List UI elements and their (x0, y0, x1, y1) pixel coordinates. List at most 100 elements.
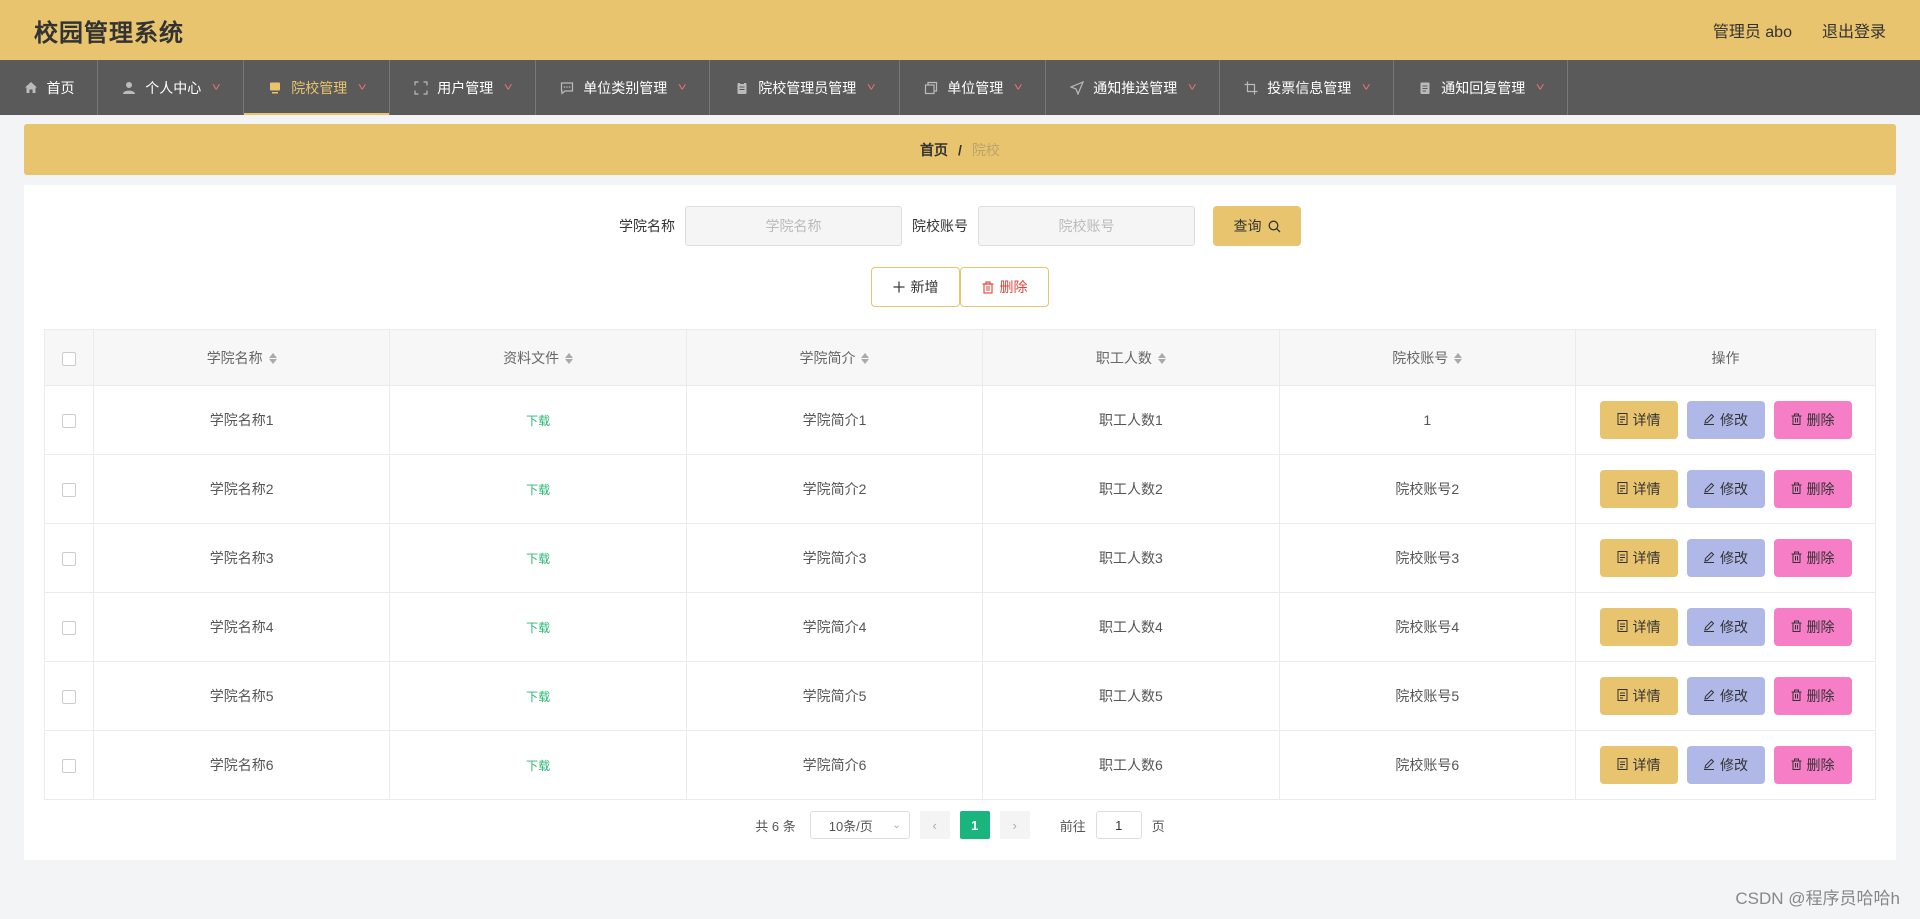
delete-label: 删除 (1806, 619, 1835, 635)
chevron-down-icon: ⌄ (892, 819, 901, 831)
edit-icon (1703, 481, 1715, 497)
sort-icon[interactable] (268, 353, 277, 365)
edit-button[interactable]: 修改 (1686, 677, 1765, 715)
edit-button[interactable]: 修改 (1686, 746, 1765, 784)
nav-item-7[interactable]: 通知推送管理 ˅ (1046, 60, 1220, 115)
header-label: 学院简介 (799, 349, 856, 366)
edit-label: 修改 (1720, 550, 1748, 566)
download-link[interactable]: 下载 (526, 483, 550, 497)
nav-item-0[interactable]: 首页 (0, 60, 98, 115)
search-icon (1268, 220, 1280, 232)
download-link[interactable]: 下载 (526, 414, 550, 428)
next-page-button[interactable]: › (999, 811, 1030, 839)
cell-file: 下载 (389, 661, 687, 731)
nav-item-label: 个人中心 (145, 79, 202, 96)
header-operations: 操作 (1575, 329, 1876, 386)
header-label: 学院名称 (206, 349, 263, 366)
nav-item-3[interactable]: 用户管理 ˅ (390, 60, 536, 115)
delete-label: 删除 (1806, 757, 1835, 773)
row-checkbox[interactable] (62, 621, 76, 636)
header-staff-count[interactable]: 职工人数 (982, 329, 1280, 386)
trash-icon (1791, 550, 1802, 566)
page-size-select[interactable]: 10条/页 ⌄ (809, 811, 910, 839)
download-link[interactable]: 下载 (526, 759, 550, 773)
page-number-current[interactable]: 1 (959, 811, 990, 839)
download-link[interactable]: 下载 (526, 621, 550, 635)
delete-button[interactable]: 删除 (1773, 401, 1852, 439)
download-link[interactable]: 下载 (526, 552, 550, 566)
row-checkbox[interactable] (62, 483, 76, 498)
chevron-down-icon: ˅ (503, 81, 514, 94)
cell-operations: 详情 修改 删除 (1575, 730, 1876, 800)
send-icon (1069, 80, 1085, 96)
download-link[interactable]: 下载 (526, 690, 550, 704)
batch-delete-button[interactable]: 删除 (960, 267, 1049, 307)
nav-item-9[interactable]: 通知回复管理 ˅ (1394, 60, 1568, 115)
breadcrumb-separator: / (958, 141, 962, 158)
crop-icon (1243, 80, 1259, 96)
admin-username[interactable]: 管理员 abo (1713, 18, 1792, 42)
delete-button[interactable]: 删除 (1773, 608, 1852, 646)
goto-page-input[interactable] (1095, 811, 1142, 839)
delete-button[interactable]: 删除 (1773, 677, 1852, 715)
select-all-checkbox[interactable] (62, 351, 76, 366)
header-account[interactable]: 院校账号 (1278, 329, 1577, 386)
cell-intro: 学院简介4 (685, 592, 984, 662)
chevron-down-icon: ˅ (357, 81, 368, 94)
detail-button[interactable]: 详情 (1599, 746, 1678, 784)
sort-icon[interactable] (1454, 353, 1463, 365)
detail-button[interactable]: 详情 (1599, 470, 1678, 508)
edit-button[interactable]: 修改 (1686, 470, 1765, 508)
chat-icon (559, 80, 575, 96)
breadcrumb-current: 院校 (971, 141, 1000, 158)
edit-button[interactable]: 修改 (1686, 401, 1765, 439)
cell-college-name: 学院名称3 (92, 523, 391, 593)
edit-button[interactable]: 修改 (1686, 539, 1765, 577)
logout-link[interactable]: 退出登录 (1822, 18, 1886, 42)
nav-item-8[interactable]: 投票信息管理 ˅ (1220, 60, 1394, 115)
sort-icon[interactable] (861, 353, 870, 365)
header-intro[interactable]: 学院简介 (685, 329, 984, 386)
header-college-name[interactable]: 学院名称 (92, 329, 391, 386)
nav-item-5[interactable]: 院校管理员管理 ˅ (710, 60, 900, 115)
search-bar: 学院名称 院校账号 查询 (24, 205, 1896, 247)
row-checkbox[interactable] (62, 759, 76, 774)
row-checkbox[interactable] (62, 414, 76, 429)
detail-button[interactable]: 详情 (1599, 608, 1678, 646)
nav-item-4[interactable]: 单位类别管理 ˅ (536, 60, 710, 115)
chevron-down-icon: ˅ (211, 81, 222, 94)
detail-button[interactable]: 详情 (1599, 539, 1678, 577)
row-checkbox[interactable] (62, 690, 76, 705)
batch-delete-label: 删除 (999, 279, 1028, 295)
nav-item-6[interactable]: 单位管理 ˅ (900, 60, 1046, 115)
college-name-input[interactable] (685, 206, 902, 246)
detail-button[interactable]: 详情 (1599, 401, 1678, 439)
delete-button[interactable]: 删除 (1773, 539, 1852, 577)
prev-page-button[interactable]: ‹ (919, 811, 950, 839)
detail-button[interactable]: 详情 (1599, 677, 1678, 715)
delete-button[interactable]: 删除 (1773, 746, 1852, 784)
edit-button[interactable]: 修改 (1686, 608, 1765, 646)
cell-intro: 学院简介6 (685, 730, 984, 800)
sort-icon[interactable] (1157, 353, 1166, 365)
cell-operations: 详情 修改 删除 (1575, 661, 1876, 731)
detail-label: 详情 (1632, 481, 1661, 497)
cell-staff-count: 职工人数4 (982, 592, 1280, 662)
total-count: 共 6 条 (755, 818, 796, 834)
delete-label: 删除 (1806, 688, 1835, 704)
sort-icon[interactable] (565, 353, 574, 365)
breadcrumb-home[interactable]: 首页 (920, 140, 948, 160)
add-button[interactable]: 新增 (871, 267, 960, 307)
nav-item-2[interactable]: 院校管理 ˅ (244, 60, 390, 115)
query-button[interactable]: 查询 (1213, 206, 1301, 246)
nav-item-1[interactable]: 个人中心 ˅ (98, 60, 244, 115)
cell-intro: 学院简介2 (685, 454, 984, 524)
delete-button[interactable]: 删除 (1773, 470, 1852, 508)
account-input[interactable] (978, 206, 1195, 246)
table-row: 学院名称4 下载 学院简介4 职工人数4 院校账号4 详情 修改 删除 (44, 592, 1876, 662)
edit-label: 修改 (1720, 619, 1748, 635)
row-checkbox[interactable] (62, 552, 76, 567)
clipboard-icon (734, 80, 750, 96)
header-file[interactable]: 资料文件 (389, 329, 687, 386)
header-label: 资料文件 (503, 349, 560, 366)
